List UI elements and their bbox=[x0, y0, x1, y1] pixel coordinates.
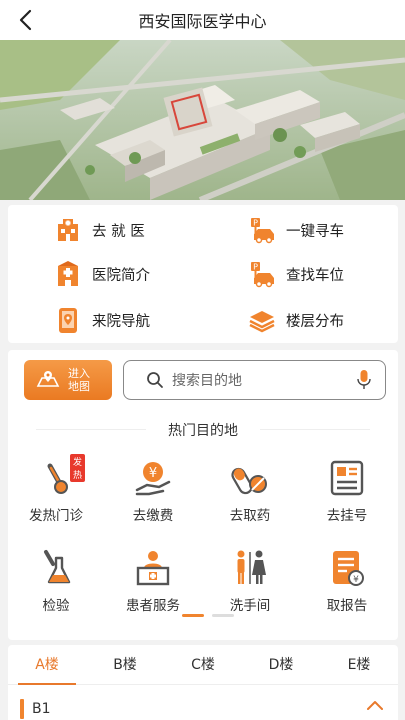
service-find-car[interactable]: P 一键寻车 bbox=[248, 215, 344, 245]
enter-map-label: 进入 地图 bbox=[68, 367, 90, 393]
svg-text:¥: ¥ bbox=[353, 575, 359, 585]
svg-text:P: P bbox=[253, 219, 258, 228]
tab-building-a[interactable]: A楼 bbox=[8, 645, 86, 685]
report-icon: ¥ bbox=[333, 551, 364, 586]
back-button[interactable] bbox=[12, 6, 40, 34]
svg-text:P: P bbox=[253, 263, 258, 272]
dest-restroom[interactable]: 洗手间 bbox=[205, 548, 295, 614]
restroom-icon bbox=[237, 550, 266, 584]
dest-label: 去缴费 bbox=[132, 508, 174, 524]
search-icon bbox=[147, 372, 163, 388]
dest-registration[interactable]: 去挂号 bbox=[302, 458, 392, 524]
service-label: 医院简介 bbox=[92, 267, 150, 284]
svg-text:¥: ¥ bbox=[149, 466, 157, 481]
service-label: 来院导航 bbox=[92, 313, 150, 330]
dest-payment[interactable]: ¥ 去缴费 bbox=[108, 458, 198, 524]
tab-building-c[interactable]: C楼 bbox=[164, 645, 242, 684]
thermometer-icon: 发热 bbox=[36, 454, 86, 498]
search-placeholder: 搜索目的地 bbox=[172, 373, 242, 389]
fever-badge: 发热 bbox=[70, 454, 86, 482]
service-label: 查找车位 bbox=[286, 267, 344, 284]
car-search-icon: P bbox=[251, 218, 274, 244]
dest-label: 取报告 bbox=[326, 598, 368, 614]
map-pin-icon bbox=[36, 371, 60, 387]
service-go-to-doctor[interactable]: 去 就 医 bbox=[54, 215, 145, 245]
hospital-intro-icon bbox=[58, 261, 78, 286]
services-card: 去 就 医 P 一键寻车 医院简介 P 查找车位 来院导航 楼层分布 bbox=[8, 205, 398, 343]
hot-destinations-card: 进入 地图 搜索目的地 热门目的地 发热 发热门诊 ¥ 去缴费 去取药 去挂号 … bbox=[8, 350, 398, 640]
page-title: 西安国际医学中心 bbox=[138, 12, 267, 31]
dest-pharmacy[interactable]: 去取药 bbox=[205, 458, 295, 524]
dest-report[interactable]: ¥ 取报告 bbox=[302, 548, 392, 614]
lab-flask-icon bbox=[44, 550, 71, 584]
dest-label: 去挂号 bbox=[326, 508, 368, 524]
hot-destinations-title: 热门目的地 bbox=[8, 420, 398, 440]
service-hospital-intro[interactable]: 医院简介 bbox=[54, 259, 150, 289]
tab-building-d[interactable]: D楼 bbox=[242, 645, 320, 684]
service-label: 一键寻车 bbox=[286, 223, 344, 240]
building-tabs: A楼 B楼 C楼 D楼 E楼 bbox=[8, 645, 398, 685]
dest-label: 洗手间 bbox=[229, 598, 271, 614]
dest-patient-service[interactable]: 患者服务 bbox=[108, 548, 198, 614]
service-label: 去 就 医 bbox=[92, 223, 145, 240]
parking-icon: P bbox=[251, 262, 274, 288]
dest-lab-test[interactable]: 检验 bbox=[11, 548, 101, 614]
service-floor-layout[interactable]: 楼层分布 bbox=[248, 305, 344, 335]
page-dot-active[interactable] bbox=[182, 614, 204, 617]
tab-building-e[interactable]: E楼 bbox=[320, 645, 398, 684]
dest-label: 检验 bbox=[42, 598, 70, 614]
hospital-icon bbox=[58, 219, 78, 241]
service-label: 楼层分布 bbox=[286, 313, 344, 330]
layers-icon bbox=[249, 311, 275, 333]
microphone-icon[interactable] bbox=[357, 369, 371, 391]
floors-card: A楼 B楼 C楼 D楼 E楼 B1 bbox=[8, 645, 398, 720]
payment-icon: ¥ bbox=[135, 462, 171, 496]
service-find-parking[interactable]: P 查找车位 bbox=[248, 259, 344, 289]
chevron-up-icon[interactable] bbox=[366, 699, 384, 711]
page-dot[interactable] bbox=[212, 614, 234, 617]
app-header: 西安国际医学中心 bbox=[0, 0, 405, 40]
medicine-icon bbox=[231, 467, 267, 495]
enter-map-button[interactable]: 进入 地图 bbox=[24, 360, 112, 400]
tab-building-b[interactable]: B楼 bbox=[86, 645, 164, 684]
floor-label: B1 bbox=[32, 701, 51, 717]
dest-label: 患者服务 bbox=[126, 598, 180, 614]
floor-accent-bar bbox=[20, 699, 24, 719]
dest-label: 发热门诊 bbox=[29, 508, 83, 524]
dest-fever-clinic[interactable]: 发热 发热门诊 bbox=[11, 454, 101, 524]
navigation-icon bbox=[59, 308, 77, 333]
service-desk-icon bbox=[136, 551, 170, 586]
registration-icon bbox=[330, 460, 364, 496]
dest-label: 去取药 bbox=[229, 508, 271, 524]
chevron-left-icon bbox=[19, 9, 32, 31]
search-input[interactable]: 搜索目的地 bbox=[123, 360, 386, 400]
service-navigation[interactable]: 来院导航 bbox=[54, 305, 150, 335]
floor-row-b1[interactable]: B1 bbox=[8, 697, 398, 720]
page-indicator bbox=[178, 614, 238, 617]
hospital-aerial-image bbox=[0, 40, 405, 200]
